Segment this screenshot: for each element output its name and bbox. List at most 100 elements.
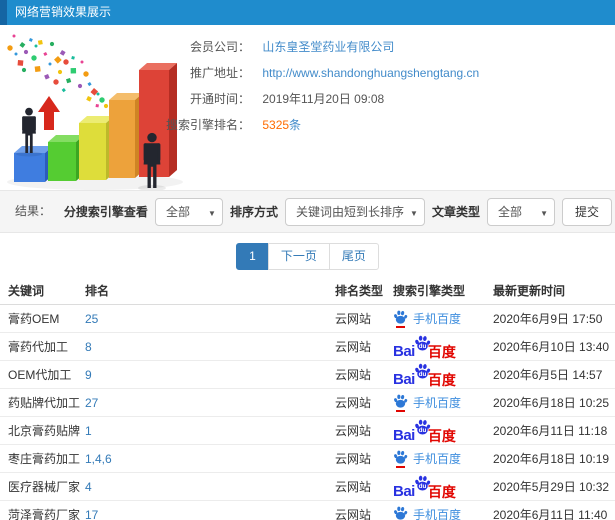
baidu-logo-bai: Bai xyxy=(393,342,415,360)
promo-url-label: 推广地址： xyxy=(189,66,250,80)
baidu-logo: Bai du 百度 xyxy=(393,335,456,359)
updated-cell: 2020年5月29日 10:32 xyxy=(493,472,615,501)
rank-value[interactable]: 4 xyxy=(85,480,92,494)
article-type-select[interactable]: 全部 ▼ xyxy=(486,197,555,226)
keyword-cell: 北京膏药贴牌 xyxy=(0,416,85,445)
baidu-logo-bai: Bai xyxy=(393,426,415,444)
engine-cell: Bai du 百度 xyxy=(393,360,493,389)
keyword-cell: 枣庄膏药加工 xyxy=(0,444,85,473)
table-row: 枣庄膏药加工 1,4,6 云网站 手机百度 2020年6月18日 10:19 xyxy=(0,444,615,473)
table-row: 医疗器械厂家 4 云网站 Bai du 百度 2020年5月29日 10:32 xyxy=(0,472,615,501)
open-time-label: 开通时间： xyxy=(189,92,250,106)
table-row: 菏泽膏药厂家 17 云网站 手机百度 2020年6月11日 11:40 xyxy=(0,501,615,520)
next-page-button[interactable]: 下一页 xyxy=(267,243,330,270)
updated-cell: 2020年6月9日 17:50 xyxy=(493,304,615,333)
mobile-baidu-label: 手机百度 xyxy=(413,312,462,326)
last-page-button[interactable]: 尾页 xyxy=(328,243,379,270)
result-label: 结果： xyxy=(15,204,52,218)
table-row: 北京膏药贴牌 1 云网站 Bai du 百度 2020年6月11日 11:18 xyxy=(0,416,615,445)
rank-value[interactable]: 25 xyxy=(85,312,98,326)
table-row: 膏药代加工 8 云网站 Bai du 百度 2020年6月10日 13:40 xyxy=(0,332,615,361)
rank-count-label: 搜索引擎排名： xyxy=(165,118,250,132)
baidu-red-underline xyxy=(396,409,405,412)
baidu-logo: Bai du 百度 xyxy=(393,363,456,387)
chevron-down-icon: ▼ xyxy=(410,208,418,218)
rank-value[interactable]: 9 xyxy=(85,368,92,382)
baidu-paw-icon xyxy=(394,506,408,520)
baidu-paw-icon xyxy=(394,394,408,408)
mobile-baidu-paw-wrap xyxy=(393,310,408,328)
baidu-paw-icon xyxy=(394,310,408,324)
open-time-value: 2019年11月20日 09:08 xyxy=(262,92,385,106)
mobile-baidu-badge: 手机百度 xyxy=(393,506,461,520)
rank-value[interactable]: 1,4,6 xyxy=(85,452,112,466)
engine-cell: 手机百度 xyxy=(393,388,493,417)
info-row-company: 会员公司： 山东皇圣堂药业有限公司 xyxy=(150,34,394,60)
pagination: 1 下一页 尾页 xyxy=(0,243,615,270)
page-title: 网络营销效果展示 xyxy=(15,5,112,19)
svg-text:du: du xyxy=(418,427,426,434)
mobile-baidu-label: 手机百度 xyxy=(413,396,462,410)
info-row-url: 推广地址： http://www.shandonghuangshengtang.… xyxy=(150,60,479,86)
mobile-baidu-paw-wrap xyxy=(393,450,408,468)
table-row: OEM代加工 9 云网站 Bai du 百度 2020年6月5日 14:57 xyxy=(0,360,615,389)
rank-value[interactable]: 8 xyxy=(85,340,92,354)
updated-cell: 2020年6月11日 11:18 xyxy=(493,416,615,445)
engine-select-value: 全部 xyxy=(165,205,190,219)
mobile-baidu-badge: 手机百度 xyxy=(393,450,461,468)
rank-value[interactable]: 27 xyxy=(85,396,98,410)
chevron-down-icon: ▼ xyxy=(540,208,548,218)
col-rank: 排名 xyxy=(85,276,335,305)
rank-value[interactable]: 1 xyxy=(85,424,92,438)
table-row: 膏药OEM 25 云网站 手机百度 2020年6月9日 17:50 xyxy=(0,304,615,333)
sort-select[interactable]: 关键词由短到长排序 ▼ xyxy=(284,197,425,226)
rank-type-cell: 云网站 xyxy=(335,444,393,473)
page-1-button[interactable]: 1 xyxy=(236,243,269,270)
baidu-logo-bai: Bai xyxy=(393,370,415,388)
svg-text:du: du xyxy=(418,483,426,490)
rank-type-cell: 云网站 xyxy=(335,508,372,520)
col-rank-type: 排名类型 xyxy=(335,276,393,305)
company-link[interactable]: 山东皇圣堂药业有限公司 xyxy=(262,40,394,54)
col-updated: 最新更新时间 xyxy=(493,276,615,305)
engine-select[interactable]: 全部 ▼ xyxy=(154,197,223,226)
baidu-logo-bai: Bai xyxy=(393,482,415,500)
rank-value[interactable]: 17 xyxy=(85,508,98,520)
sort-filter-label: 排序方式 xyxy=(229,205,278,219)
sort-select-value: 关键词由短到长排序 xyxy=(295,205,404,219)
mobile-baidu-paw-wrap xyxy=(393,394,408,412)
mobile-baidu-paw-wrap xyxy=(393,506,408,520)
mobile-baidu-badge: 手机百度 xyxy=(393,310,461,328)
rank-type-cell: 云网站 xyxy=(335,416,393,445)
table-header-row: 关键词 排名 排名类型 搜索引擎类型 最新更新时间 xyxy=(0,276,615,305)
keyword-rank-table: 关键词 排名 排名类型 搜索引擎类型 最新更新时间 膏药OEM 25 云网站 手机百度… xyxy=(0,276,615,520)
baidu-logo-cn: 百度 xyxy=(427,427,456,444)
engine-filter-label: 分搜索引擎查看 xyxy=(63,205,148,219)
article-type-label: 文章类型 xyxy=(431,205,480,219)
baidu-logo: Bai du 百度 xyxy=(393,475,456,499)
chevron-down-icon: ▼ xyxy=(208,208,216,218)
filter-controls: 分搜索引擎查看 全部 ▼ 排序方式 关键词由短到长排序 ▼ 文章类型 全部 ▼ … xyxy=(64,191,612,232)
updated-cell: 2020年6月18日 10:19 xyxy=(493,444,615,473)
mobile-baidu-label: 手机百度 xyxy=(413,508,462,520)
mobile-baidu-badge: 手机百度 xyxy=(393,394,461,412)
col-engine-type: 搜索引擎类型 xyxy=(393,276,493,305)
engine-cell: 手机百度 xyxy=(393,304,493,333)
engine-cell: Bai du 百度 xyxy=(393,416,493,445)
updated-cell: 2020年6月10日 13:40 xyxy=(493,332,615,361)
keyword-cell: 药贴牌代加工 xyxy=(0,388,85,417)
promo-url-link[interactable]: http://www.shandonghuangshengtang.cn xyxy=(262,66,479,80)
info-row-rank-count: 搜索引擎排名： 5325条 xyxy=(150,112,301,138)
company-label: 会员公司： xyxy=(189,40,250,54)
updated-cell: 2020年6月11日 11:40 xyxy=(493,508,608,520)
submit-button[interactable]: 提交 xyxy=(561,197,612,226)
engine-cell: Bai du 百度 xyxy=(393,472,493,501)
baidu-paw-icon xyxy=(394,450,408,464)
keyword-cell: 膏药代加工 xyxy=(0,332,85,361)
keyword-cell: 医疗器械厂家 xyxy=(0,472,85,501)
keyword-cell: 菏泽膏药厂家 xyxy=(8,508,81,520)
rank-type-cell: 云网站 xyxy=(335,360,393,389)
engine-cell: 手机百度 xyxy=(393,444,493,473)
filter-bar: 结果： 分搜索引擎查看 全部 ▼ 排序方式 关键词由短到长排序 ▼ 文章类型 全… xyxy=(0,190,615,233)
keyword-cell: OEM代加工 xyxy=(0,360,85,389)
